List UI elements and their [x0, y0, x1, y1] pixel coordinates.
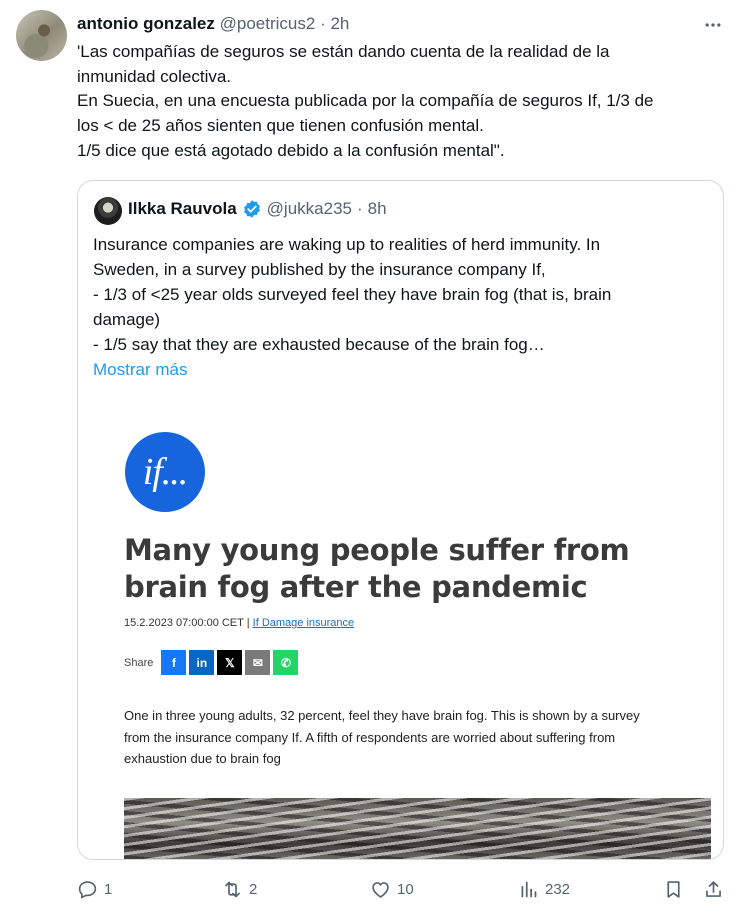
quote-text-line: damage)	[93, 310, 161, 329]
quote-header: Ilkka Rauvola @jukka235 · 8h	[128, 198, 387, 220]
heart-icon	[372, 881, 389, 898]
article-body: One in three young adults, 32 percent, f…	[124, 705, 704, 770]
article-body-line: exhaustion due to brain fog	[124, 751, 281, 766]
whatsapp-icon: ✆	[273, 650, 299, 675]
share-icon	[706, 880, 721, 897]
article-photo	[124, 798, 711, 859]
views-count: 232	[545, 880, 571, 898]
quote-text: Insurance companies are waking up to rea…	[93, 232, 708, 382]
tweet-text-line: los < de 25 años sienten que tienen conf…	[77, 116, 484, 136]
share-button[interactable]	[703, 872, 724, 906]
tweet-text-line: inmunidad colectiva.	[77, 66, 232, 86]
reply-count: 1	[104, 880, 113, 898]
reply-icon	[78, 880, 97, 899]
bookmark-icon	[667, 880, 680, 898]
quote-text-line: - 1/3 of <25 year olds surveyed feel the…	[93, 285, 612, 304]
share-label: Share	[124, 656, 154, 669]
quote-text-line: Insurance companies are waking up to rea…	[93, 235, 601, 254]
author-avatar[interactable]	[16, 10, 67, 61]
more-icon	[705, 23, 721, 27]
tweet-text: 'Las compañías de seguros se están dando…	[77, 40, 717, 164]
author-name[interactable]: antonio gonzalez	[77, 14, 215, 33]
quote-author-avatar[interactable]	[94, 197, 122, 225]
quote-text-line: - 1/5 say that they are exhausted becaus…	[93, 335, 545, 354]
tweet-text-line: 1/5 dice que está agotado debido a la co…	[77, 140, 505, 160]
header-separator: ·	[320, 14, 326, 33]
article-body-line: One in three young adults, 32 percent, f…	[124, 708, 640, 723]
article-share-row: Share f in 𝕏 ✉ ✆	[124, 650, 299, 675]
like-count: 10	[397, 880, 414, 898]
article-date: 15.2.2023 07:00:00 CET | If Damage insur…	[124, 617, 354, 629]
article-body-line: from the insurance company If. A fifth o…	[124, 729, 616, 745]
more-options-button[interactable]	[700, 12, 726, 38]
quote-author-handle[interactable]: @jukka235	[267, 198, 352, 220]
article-category-link: If Damage insurance	[252, 617, 355, 629]
quote-author-name[interactable]: Ilkka Rauvola	[128, 198, 237, 220]
email-icon: ✉	[245, 650, 271, 675]
reply-button[interactable]: 1	[77, 872, 112, 906]
quoted-tweet[interactable]: Ilkka Rauvola @jukka235 · 8h Insurance c…	[77, 180, 724, 860]
repost-button[interactable]: 2	[222, 872, 257, 906]
verified-badge-icon	[242, 199, 262, 219]
tweet-action-bar: 1 2 10 232	[0, 872, 746, 906]
bookmark-button[interactable]	[663, 872, 684, 906]
article-screenshot-image[interactable]: if... Many young people suffer from brai…	[78, 387, 723, 859]
tweet-text-line: 'Las compañías de seguros se están dando…	[77, 42, 610, 61]
facebook-icon: f	[161, 650, 187, 675]
show-more-link[interactable]: Mostrar más	[93, 357, 708, 382]
quote-text-line: Sweden, in a survey published by the ins…	[93, 260, 546, 279]
if-logo: if...	[125, 432, 205, 512]
author-handle[interactable]: @poetricus2	[220, 14, 316, 33]
article-date-text: 15.2.2023 07:00:00 CET |	[124, 617, 250, 629]
x-icon: 𝕏	[217, 650, 243, 675]
tweet-time[interactable]: 2h	[330, 14, 349, 33]
like-button[interactable]: 10	[370, 872, 414, 906]
linkedin-icon: in	[189, 650, 215, 675]
views-button[interactable]: 232	[518, 872, 570, 906]
quote-time[interactable]: 8h	[368, 198, 387, 220]
quote-separator: ·	[356, 199, 363, 218]
tweet-text-line: En Suecia, en una encuesta publicada por…	[77, 91, 654, 111]
tweet-header: antonio gonzalez @poetricus2 · 2h	[77, 13, 349, 35]
repost-count: 2	[249, 880, 258, 898]
repost-icon	[225, 881, 240, 897]
views-icon	[521, 881, 537, 897]
article-title: Many young people suffer from brain fog …	[124, 533, 630, 604]
